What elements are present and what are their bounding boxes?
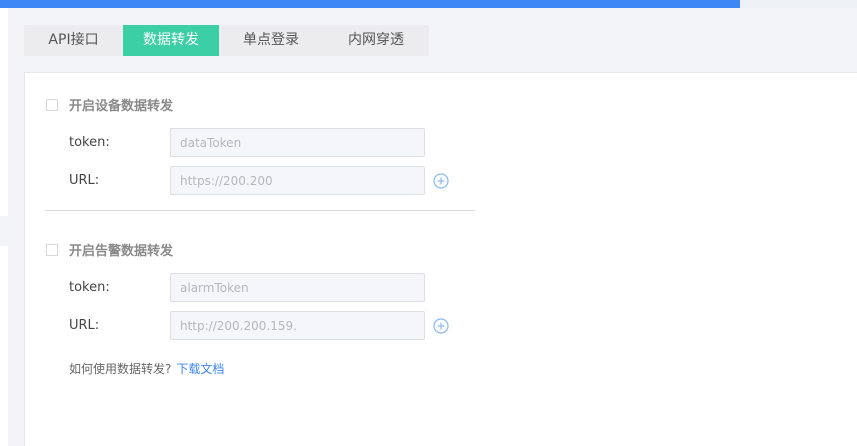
device-forward-checkbox[interactable] xyxy=(46,98,58,111)
left-edge-strip-lower xyxy=(0,246,8,446)
alarm-token-label: token: xyxy=(69,280,110,295)
alarm-forward-checkbox[interactable] xyxy=(46,243,58,256)
tab-data-forward[interactable]: 数据转发 xyxy=(123,25,219,56)
device-url-input[interactable] xyxy=(170,166,425,195)
add-alarm-url-icon[interactable] xyxy=(433,318,449,334)
left-edge-strip xyxy=(0,8,8,216)
data-forward-panel: 开启设备数据转发 token: URL: 开启告警数据转发 token: URL… xyxy=(24,72,857,446)
device-forward-header: 开启设备数据转发 xyxy=(46,95,173,114)
device-forward-title: 开启设备数据转发 xyxy=(69,99,174,114)
alarm-url-label: URL: xyxy=(69,318,100,333)
device-url-label: URL: xyxy=(69,173,100,188)
alarm-url-input[interactable] xyxy=(170,311,425,340)
tab-intranet-tunnel[interactable]: 内网穿透 xyxy=(323,25,429,56)
tab-api[interactable]: API接口 xyxy=(24,25,123,56)
help-row: 如何使用数据转发? 下载文档 xyxy=(69,360,224,377)
section-divider xyxy=(45,210,475,211)
top-bar-track xyxy=(740,0,857,8)
tab-bar: API接口 数据转发 单点登录 内网穿透 xyxy=(24,25,429,56)
alarm-forward-title: 开启告警数据转发 xyxy=(69,244,174,259)
alarm-forward-header: 开启告警数据转发 xyxy=(46,240,173,259)
device-token-label: token: xyxy=(69,135,110,150)
top-progress-bar xyxy=(0,0,740,8)
add-url-icon[interactable] xyxy=(433,173,449,189)
alarm-token-input[interactable] xyxy=(170,273,425,302)
download-doc-link[interactable]: 下载文档 xyxy=(176,362,224,376)
device-token-input[interactable] xyxy=(170,128,425,157)
tab-sso[interactable]: 单点登录 xyxy=(219,25,323,56)
help-text: 如何使用数据转发? xyxy=(69,362,172,376)
